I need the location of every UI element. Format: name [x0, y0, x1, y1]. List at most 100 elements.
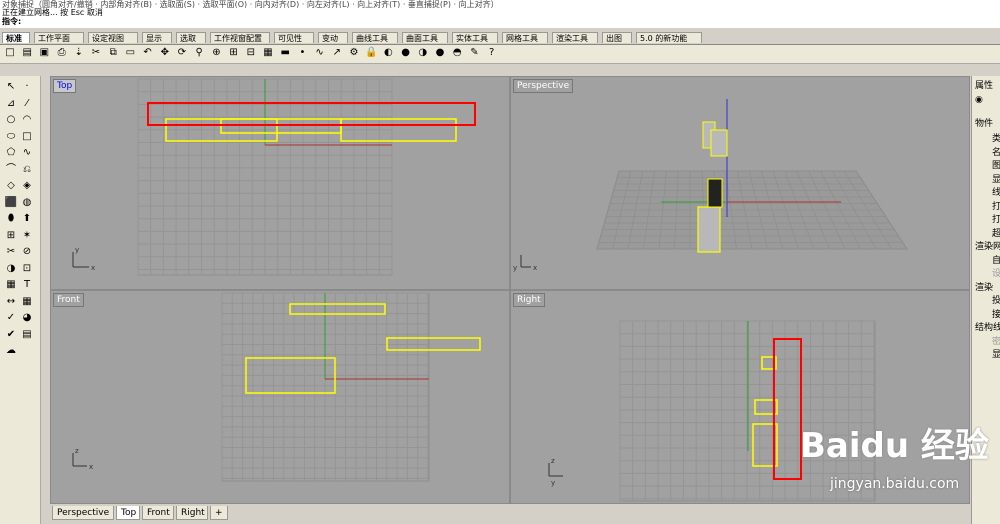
new-icon[interactable]: □ — [3, 46, 17, 60]
select-arrow-icon[interactable]: ↖ — [4, 80, 18, 94]
ribbon-tab[interactable]: 渲染工具 — [552, 32, 598, 43]
mesh-icon[interactable]: ▦ — [4, 278, 18, 292]
viewport-right[interactable]: Right z y — [511, 291, 969, 503]
curve-icon[interactable]: ∿ — [313, 46, 327, 60]
point-icon[interactable]: • — [295, 46, 309, 60]
properties-title[interactable]: 属性 — [975, 78, 993, 91]
ribbon-tab[interactable]: 工作视窗配置 — [210, 32, 270, 43]
ribbon-tab[interactable]: 标准 — [2, 32, 30, 43]
import-icon[interactable]: ⇣ — [72, 46, 86, 60]
print-icon[interactable]: ⎙ — [55, 46, 69, 60]
ribbon-tab[interactable]: 变动 — [318, 32, 348, 43]
viewport-tab[interactable]: Front — [142, 506, 174, 520]
viewports-icon[interactable]: ▦ — [261, 46, 275, 60]
viewport-title-right[interactable]: Right — [513, 293, 545, 307]
explode-icon[interactable]: ✶ — [20, 229, 34, 243]
render-icon[interactable]: ● — [399, 46, 413, 60]
paste-icon[interactable]: ▭ — [123, 46, 137, 60]
object-outline[interactable] — [710, 129, 728, 157]
analyze-icon[interactable]: ✓ — [4, 311, 18, 325]
ribbon-tab[interactable]: 曲面工具 — [402, 32, 448, 43]
property-row[interactable]: 超 — [992, 226, 1000, 239]
property-row[interactable]: 接 — [992, 307, 1000, 320]
property-row[interactable]: 名 — [992, 145, 1000, 158]
viewport-tab[interactable]: Top — [116, 506, 140, 520]
select-icon[interactable]: ↗ — [330, 46, 344, 60]
boolean-icon[interactable]: ◑ — [4, 262, 18, 276]
car-icon[interactable]: ▬ — [278, 46, 292, 60]
property-row[interactable]: 渲染 — [975, 280, 993, 293]
options-icon[interactable]: ✎ — [467, 46, 481, 60]
offset-icon[interactable]: ⎌ — [20, 163, 34, 177]
object-outline[interactable] — [697, 206, 721, 253]
split-icon[interactable]: ⊘ — [20, 245, 34, 259]
cut-icon[interactable]: ✂ — [89, 46, 103, 60]
box-icon[interactable]: ⬛ — [4, 196, 18, 210]
trim-icon[interactable]: ✂ — [4, 245, 18, 259]
viewport-tab[interactable]: + — [210, 506, 228, 520]
sphere-icon[interactable]: ● — [433, 46, 447, 60]
join-icon[interactable]: ⊞ — [4, 229, 18, 243]
grid-icon[interactable]: ▦ — [20, 295, 34, 309]
copy-icon[interactable]: ⧉ — [106, 46, 120, 60]
palette-icon[interactable]: ◉ — [975, 95, 983, 105]
viewport-title-perspective[interactable]: Perspective — [513, 79, 574, 93]
zoom-icon[interactable]: ⚲ — [192, 46, 206, 60]
sphere-icon[interactable]: ◍ — [20, 196, 34, 210]
property-row[interactable]: 类 — [992, 131, 1000, 144]
extrude-icon[interactable]: ⬆ — [20, 212, 34, 226]
property-row[interactable]: 打 — [992, 212, 1000, 225]
viewport-title-front[interactable]: Front — [53, 293, 84, 307]
undo-icon[interactable]: ↶ — [141, 46, 155, 60]
property-row[interactable]: 渲染网 — [975, 239, 1000, 252]
open-icon[interactable]: ▤ — [20, 46, 34, 60]
section-object[interactable]: 物件 — [975, 116, 993, 129]
curve-icon[interactable]: ∿ — [20, 146, 34, 160]
property-row[interactable]: 线 — [992, 185, 1000, 198]
ribbon-tab[interactable]: 实体工具 — [452, 32, 498, 43]
zoom-selected-icon[interactable]: ⊟ — [244, 46, 258, 60]
cloud-icon[interactable]: ☁ — [4, 344, 18, 358]
property-row[interactable]: 自 — [992, 253, 1000, 266]
ribbon-tab[interactable]: 可见性 — [274, 32, 314, 43]
viewport-top[interactable]: Top y x — [51, 77, 509, 289]
ribbon-tab[interactable]: 网格工具 — [502, 32, 548, 43]
save-icon[interactable]: ▣ — [37, 46, 51, 60]
light-icon[interactable]: ⚙ — [347, 46, 361, 60]
ribbon-tab[interactable]: 曲线工具 — [352, 32, 398, 43]
zoom-extents-icon[interactable]: ⊞ — [227, 46, 241, 60]
line-icon[interactable]: ⁄ — [20, 97, 34, 111]
ribbon-tab[interactable]: 出图 — [602, 32, 632, 43]
viewport-tab[interactable]: Perspective — [52, 506, 114, 520]
help-icon[interactable]: ? — [485, 46, 499, 60]
pan-icon[interactable]: ✥ — [158, 46, 172, 60]
property-row[interactable]: 图 — [992, 158, 1000, 171]
material-icon[interactable]: ◑ — [416, 46, 430, 60]
viewport-perspective[interactable]: Perspective y x — [511, 77, 969, 289]
object-outline[interactable] — [707, 178, 723, 208]
cylinder-icon[interactable]: ⬮ — [4, 212, 18, 226]
rotate-view-icon[interactable]: ⟳ — [175, 46, 189, 60]
color-icon[interactable]: ◐ — [381, 46, 395, 60]
arc-icon[interactable]: ◠ — [20, 113, 34, 127]
property-row[interactable]: 打 — [992, 199, 1000, 212]
surface-icon[interactable]: ◇ — [4, 179, 18, 193]
property-row[interactable]: 投 — [992, 293, 1000, 306]
patch-icon[interactable]: ◈ — [20, 179, 34, 193]
viewport-front[interactable]: Front z x — [51, 291, 509, 503]
ribbon-tab[interactable]: 5.0 的新功能 — [636, 32, 702, 43]
property-row[interactable]: 设 — [992, 266, 1000, 279]
text-icon[interactable]: T — [20, 278, 34, 292]
check-icon[interactable]: ✔ — [4, 328, 18, 342]
ribbon-tab[interactable]: 设定视图 — [88, 32, 138, 43]
layer-icon[interactable]: ▤ — [20, 328, 34, 342]
render-icon[interactable]: ◕ — [20, 311, 34, 325]
property-row[interactable]: 密 — [992, 334, 1000, 347]
dimension-icon[interactable]: ↔ — [4, 295, 18, 309]
teapot-icon[interactable]: ◓ — [450, 46, 464, 60]
viewport-tab[interactable]: Right — [176, 506, 208, 520]
polyline-icon[interactable]: ⊿ — [4, 97, 18, 111]
lock-icon[interactable]: 🔒 — [364, 46, 378, 60]
property-row[interactable]: 结构线 — [975, 320, 1000, 333]
zoom-window-icon[interactable]: ⊕ — [209, 46, 223, 60]
